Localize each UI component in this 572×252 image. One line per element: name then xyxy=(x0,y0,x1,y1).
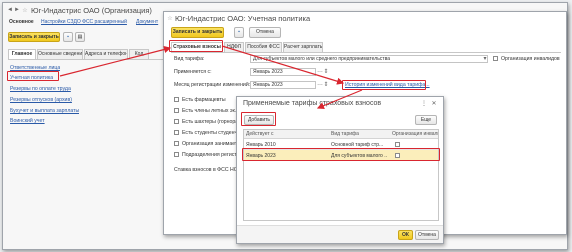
annotation-arrows xyxy=(59,45,363,110)
arrow-to-dialog xyxy=(316,89,363,110)
arrow-to-history-link xyxy=(221,45,345,85)
arrow-to-policy-tab xyxy=(59,45,172,77)
